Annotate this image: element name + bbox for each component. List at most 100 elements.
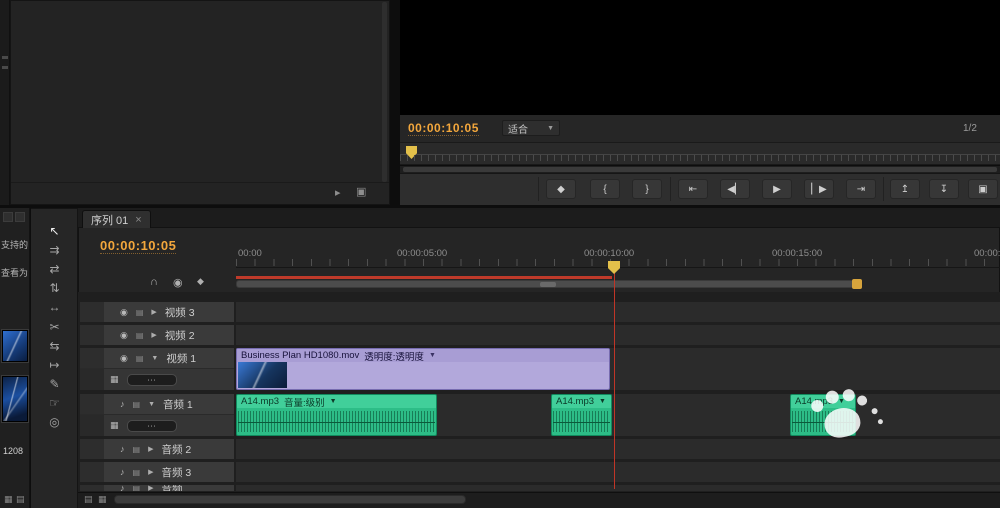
- monitor-playhead[interactable]: [406, 146, 417, 159]
- speaker-icon[interactable]: ♪: [120, 399, 125, 409]
- render-status-bar: [236, 276, 612, 279]
- play-button[interactable]: ▶: [762, 179, 792, 199]
- track-lane-audio-2[interactable]: [236, 439, 1000, 459]
- sync-lock-icon[interactable]: ▤: [133, 400, 141, 409]
- zoom-level-value: 适合: [508, 124, 528, 136]
- zoom-level-dropdown[interactable]: 适合 ▼: [502, 120, 560, 136]
- sync-lock-icon[interactable]: ▤: [133, 485, 141, 491]
- extract-button[interactable]: ↧: [929, 179, 959, 199]
- timeline-timecode[interactable]: 00:00:10:05: [100, 238, 177, 254]
- eye-icon[interactable]: ◉: [120, 330, 128, 341]
- timeline-clip-audio[interactable]: A14.mp3 音量:级别 ▼: [236, 394, 437, 436]
- duplicate-panel-icon[interactable]: ▣: [356, 185, 366, 198]
- display-style-icon[interactable]: ▦: [110, 420, 119, 431]
- track-lane-audio-3[interactable]: [236, 462, 1000, 482]
- keyframe-slider[interactable]: ⋯: [126, 419, 177, 432]
- collapse-icon[interactable]: ▶: [148, 445, 153, 453]
- pen-tool[interactable]: ✎: [31, 374, 78, 393]
- step-forward-button[interactable]: ▏▶: [804, 179, 834, 199]
- snap-icon[interactable]: ∩: [150, 276, 158, 288]
- speaker-icon[interactable]: ♪: [120, 467, 125, 477]
- mark-out-button[interactable]: }: [632, 179, 662, 199]
- media-thumbnail[interactable]: [1, 329, 29, 363]
- dock-tab-icon[interactable]: [15, 212, 25, 222]
- tab-sequence-01[interactable]: 序列 01 ×: [82, 210, 151, 228]
- sync-lock-icon[interactable]: ▤: [136, 331, 144, 340]
- slide-tool[interactable]: ↦: [31, 355, 78, 374]
- collapse-icon[interactable]: ▼: [151, 355, 158, 362]
- clip-name: Business Plan HD1080.mov: [241, 350, 360, 361]
- chevron-down-icon[interactable]: ▼: [429, 352, 436, 359]
- eye-icon[interactable]: ◉: [120, 353, 128, 364]
- mark-in-button[interactable]: {: [590, 179, 620, 199]
- track-label: 视频 1: [166, 352, 197, 365]
- collapse-icon[interactable]: ▶: [148, 468, 153, 476]
- track-header-audio-2: ♪ ▤ ▶ 音频 2: [80, 439, 234, 459]
- collapse-icon[interactable]: ▶: [151, 308, 156, 316]
- chevron-down-icon[interactable]: ▼: [330, 398, 337, 405]
- step-back-button[interactable]: ◀▏: [720, 179, 750, 199]
- speaker-icon[interactable]: ♪: [120, 485, 125, 491]
- go-to-in-button[interactable]: ⇤: [678, 179, 708, 199]
- timeline-clip-audio[interactable]: A14.mp3 ▼: [551, 394, 612, 436]
- ripple-edit-tool[interactable]: ⇄: [31, 259, 78, 278]
- clip-effect[interactable]: 透明度:透明度: [364, 349, 424, 363]
- track-select-tool[interactable]: ⇉: [31, 240, 78, 259]
- lift-button[interactable]: ↥: [890, 179, 920, 199]
- chevron-down-icon[interactable]: ▼: [838, 398, 845, 405]
- monitor-ruler[interactable]: [400, 142, 1000, 165]
- sync-lock-icon[interactable]: ▤: [133, 445, 141, 454]
- playhead-line: [614, 268, 615, 489]
- sync-lock-icon[interactable]: ▤: [133, 468, 141, 477]
- work-area-grip[interactable]: [540, 282, 556, 287]
- media-thumbnail[interactable]: [1, 375, 29, 423]
- timeline-clip-audio[interactable]: A14.mp3 ▼: [790, 394, 856, 436]
- list-view-icon[interactable]: ▤: [16, 494, 25, 505]
- sync-lock-icon[interactable]: ▤: [136, 308, 144, 317]
- chevron-down-icon: ▼: [547, 124, 554, 132]
- panel-grip-dash: [2, 66, 8, 69]
- timeline-clip-video[interactable]: Business Plan HD1080.mov 透明度:透明度 ▼: [236, 348, 610, 390]
- source-panel-scrollbar[interactable]: [382, 2, 387, 182]
- timeline-settings-icon[interactable]: ▤: [84, 494, 93, 505]
- track-lane-audio-4[interactable]: [236, 485, 1000, 491]
- clip-effect[interactable]: 音量:级别: [284, 395, 325, 409]
- close-icon[interactable]: ×: [135, 214, 141, 226]
- chevron-down-icon[interactable]: ▼: [599, 398, 606, 405]
- keyframe-slider[interactable]: ⋯: [126, 373, 177, 386]
- hand-tool[interactable]: ☞: [31, 393, 78, 412]
- display-style-icon[interactable]: ▦: [110, 374, 119, 385]
- rolling-edit-tool[interactable]: ⇅: [31, 278, 78, 297]
- rate-stretch-tool[interactable]: ↔: [31, 297, 78, 316]
- track-lane-video-3[interactable]: [236, 302, 1000, 322]
- dock-label: 支持的: [1, 240, 29, 250]
- grid-view-icon[interactable]: ▦: [4, 494, 13, 505]
- go-to-out-button[interactable]: ⇥: [846, 179, 876, 199]
- speaker-icon[interactable]: ♪: [120, 444, 125, 454]
- monitor-scrollbar-thumb[interactable]: [403, 167, 997, 172]
- play-icon[interactable]: ▸: [335, 186, 341, 199]
- eye-icon[interactable]: ◉: [120, 307, 128, 318]
- slip-tool[interactable]: ⇆: [31, 336, 78, 355]
- chapter-marker-icon[interactable]: ◉: [173, 276, 183, 289]
- tab-label: 序列 01: [91, 214, 129, 227]
- collapse-icon[interactable]: ▶: [148, 485, 153, 491]
- ruler-label: 00:00:10:00: [584, 248, 635, 259]
- razor-tool[interactable]: ✂: [31, 317, 78, 336]
- sync-lock-icon[interactable]: ▤: [136, 354, 144, 363]
- dock-tab-icon[interactable]: [3, 212, 13, 222]
- work-area-end-handle[interactable]: [852, 279, 862, 289]
- timeline-scrollbar-thumb[interactable]: [114, 495, 466, 504]
- track-lane-video-2[interactable]: [236, 325, 1000, 345]
- program-timecode[interactable]: 00:00:10:05: [408, 121, 479, 136]
- export-frame-button[interactable]: ▣: [968, 179, 998, 199]
- selection-tool[interactable]: ↖: [31, 221, 78, 240]
- track-header-video-1: ◉ ▤ ▼ 视频 1 ▦ ⋯: [80, 348, 234, 390]
- collapse-icon[interactable]: ▼: [148, 401, 155, 408]
- collapse-icon[interactable]: ▶: [151, 331, 156, 339]
- zoom-tool[interactable]: ◎: [31, 412, 78, 431]
- audio-waveform: [238, 411, 435, 432]
- timeline-view-icon[interactable]: ▦: [98, 494, 107, 505]
- add-marker-button[interactable]: ◆: [546, 179, 576, 199]
- marker-icon[interactable]: ◆: [197, 276, 204, 287]
